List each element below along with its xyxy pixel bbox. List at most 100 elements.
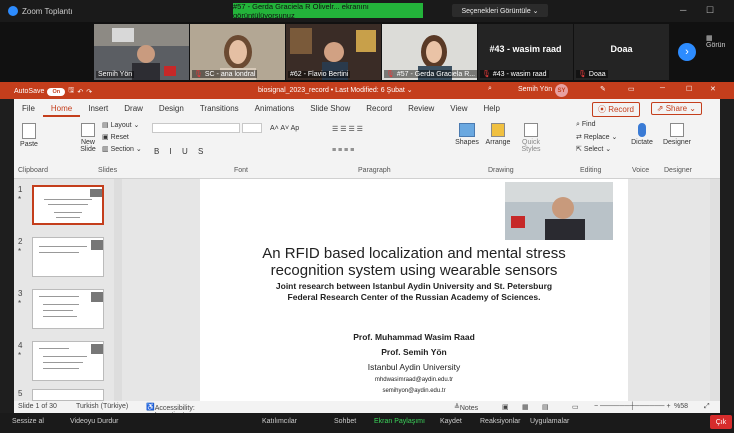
powerpoint-title-bar: AutoSave On 🖫 ↶ ↷ biosignal_2023_record …: [0, 82, 734, 99]
tab-help[interactable]: Help: [476, 101, 508, 117]
tab-home[interactable]: Home: [42, 101, 81, 117]
group-label-paragraph: Paragraph: [358, 167, 391, 174]
pen-icon[interactable]: ✎: [600, 85, 606, 93]
tab-view[interactable]: View: [442, 101, 475, 117]
zoom-control-bar: Sessize al Videoyu Durdur Katılımcılar S…: [0, 413, 734, 433]
select-button[interactable]: ⇱ Select ⌄: [576, 145, 611, 153]
tab-insert[interactable]: Insert: [80, 101, 116, 117]
participants-button[interactable]: Katılımcılar: [262, 418, 297, 425]
chat-button[interactable]: Sohbet: [334, 418, 356, 425]
minimize-icon[interactable]: ─: [680, 5, 686, 15]
maximize-icon[interactable]: ☐: [706, 5, 714, 16]
participant-tile[interactable]: #62 - Flavio Bertini: [286, 24, 381, 80]
search-icon[interactable]: ⌕: [488, 85, 492, 93]
reactions-button[interactable]: Reaksiyonlar: [480, 418, 520, 425]
tab-draw[interactable]: Draw: [116, 101, 151, 117]
slide-thumbnail[interactable]: [32, 237, 104, 277]
layout-button[interactable]: ▤ Layout ⌄: [102, 121, 139, 129]
shapes-button[interactable]: Shapes: [454, 123, 480, 146]
section-button[interactable]: ▥ Section ⌄: [102, 145, 142, 153]
shapes-icon: [459, 123, 475, 137]
tab-slide-show[interactable]: Slide Show: [302, 101, 358, 117]
group-label-clipboard: Clipboard: [18, 167, 48, 174]
muted-mic-icon: 🎙: [386, 71, 395, 78]
align-buttons[interactable]: ≡ ≡ ≡ ≡: [332, 147, 354, 154]
font-size-select[interactable]: [242, 123, 262, 133]
participant-tile[interactable]: Doaa 🎙 Doaa: [574, 24, 669, 80]
next-participants-button[interactable]: ›: [678, 43, 696, 61]
tab-file[interactable]: File: [14, 101, 43, 117]
share-screen-button[interactable]: Ekran Paylaşımı: [374, 418, 425, 425]
tab-animations[interactable]: Animations: [247, 101, 303, 117]
slide-scrollbar[interactable]: [710, 179, 720, 401]
zoom-level[interactable]: %58: [674, 403, 688, 410]
muted-mic-icon: 🎙: [482, 71, 491, 78]
font-size-buttons[interactable]: A˄ A˅ Ap: [270, 125, 299, 132]
autosave-toggle[interactable]: AutoSave On 🖫 ↶ ↷: [14, 86, 92, 97]
notes-button[interactable]: ≜ Notes: [454, 403, 478, 412]
author-2: Prof. Semih Yön: [381, 347, 447, 357]
find-button[interactable]: ⌕ Find: [576, 121, 596, 129]
undo-icon[interactable]: ↶: [77, 88, 83, 96]
tab-review[interactable]: Review: [400, 101, 442, 117]
record-meeting-button[interactable]: Kaydet: [440, 418, 462, 425]
participant-tile[interactable]: Semih Yön: [94, 24, 189, 80]
document-title[interactable]: biosignal_2023_record • Last Modified: 6…: [258, 86, 413, 94]
arrange-button[interactable]: Arrange: [484, 123, 512, 146]
font-format-buttons[interactable]: B I U S: [154, 147, 207, 156]
gallery-view-button[interactable]: ▦ Görün: [706, 34, 734, 49]
sorter-view-icon[interactable]: ▦: [522, 403, 529, 411]
ribbon-display-icon[interactable]: ▭: [628, 85, 635, 93]
tab-design[interactable]: Design: [151, 101, 192, 117]
tab-record[interactable]: Record: [358, 101, 400, 117]
thumbnail-scrollbar[interactable]: [114, 179, 122, 401]
star-icon: *: [18, 299, 22, 308]
share-button[interactable]: ⇗ Share ⌄: [650, 102, 702, 115]
minimize-icon[interactable]: ─: [660, 85, 665, 92]
new-slide-button[interactable]: New Slide: [76, 123, 100, 153]
avatar[interactable]: SY: [555, 84, 568, 97]
dictate-button[interactable]: Dictate: [630, 123, 654, 146]
slide-thumbnail[interactable]: [32, 389, 104, 401]
reset-button[interactable]: ▣ Reset: [102, 133, 129, 141]
leave-meeting-button[interactable]: Çık: [710, 415, 732, 429]
slide-canvas[interactable]: An RFID based localization and mental st…: [200, 179, 628, 401]
slide-thumbnail[interactable]: [32, 185, 104, 225]
thumb-number: 4: [18, 341, 23, 350]
quick-styles-button[interactable]: Quick Styles: [518, 123, 544, 153]
thumb-number: 2: [18, 237, 23, 246]
slide-thumbnail[interactable]: [32, 341, 104, 381]
record-button[interactable]: ⦿ Record: [591, 102, 640, 117]
zoom-slider[interactable]: − ──────┼────── +: [594, 403, 671, 410]
author-1: Prof. Muhammad Wasim Raad: [353, 332, 475, 342]
account-name[interactable]: Semih Yön: [518, 86, 552, 93]
designer-button[interactable]: Designer: [662, 123, 692, 146]
presenter-view-icon[interactable]: ▭: [572, 403, 579, 411]
participant-tile[interactable]: 🎙 #57 - Gerda Graciela R...: [382, 24, 477, 80]
save-icon[interactable]: 🖫: [68, 86, 74, 97]
reading-view-icon[interactable]: ▤: [542, 403, 549, 411]
quick-styles-icon: [524, 123, 538, 137]
redo-icon[interactable]: ↷: [86, 88, 92, 96]
participant-tile[interactable]: #43 - wasim raad 🎙 #43 - wasim raad: [478, 24, 573, 80]
participant-tile[interactable]: 🎙 SC - ana londral: [190, 24, 285, 80]
accessibility-status[interactable]: ♿ Accessibility: Investigate: [146, 403, 195, 419]
group-label-voice: Voice: [632, 167, 650, 174]
list-buttons[interactable]: ☰ ☰ ☰ ☰: [332, 125, 363, 133]
font-name-select[interactable]: [152, 123, 240, 133]
replace-button[interactable]: ⇄ Replace ⌄: [576, 133, 617, 141]
view-options-button[interactable]: Seçenekleri Görüntüle ⌄: [452, 4, 548, 17]
autosave-switch[interactable]: On: [47, 87, 66, 96]
zoom-title-bar: Zoom Toplantı #57 - Gerda Graciela R Oli…: [0, 0, 734, 22]
maximize-icon[interactable]: ☐: [686, 85, 692, 93]
slide-thumbnail[interactable]: [32, 289, 104, 329]
paste-button[interactable]: Paste: [18, 123, 40, 148]
close-icon[interactable]: ✕: [710, 85, 716, 93]
fit-slide-icon[interactable]: ⤢: [704, 403, 710, 411]
language-indicator[interactable]: Turkish (Türkiye): [76, 403, 128, 410]
apps-button[interactable]: Uygulamalar: [530, 418, 569, 425]
mute-button[interactable]: Sessize al: [12, 418, 44, 425]
tab-transitions[interactable]: Transitions: [192, 101, 247, 117]
stop-video-button[interactable]: Videoyu Durdur: [70, 418, 119, 425]
normal-view-icon[interactable]: ▣: [502, 403, 509, 411]
